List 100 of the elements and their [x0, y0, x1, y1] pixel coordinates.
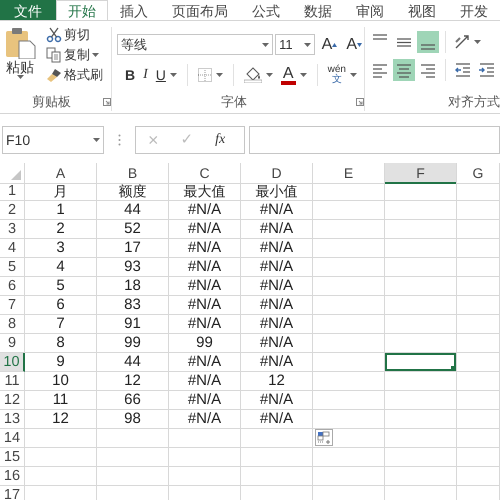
italic-button[interactable]: I	[141, 67, 150, 83]
column-header[interactable]: F	[385, 163, 457, 184]
row-header[interactable]: 17	[0, 486, 25, 500]
empty-cell[interactable]	[385, 182, 457, 201]
empty-cell[interactable]	[385, 467, 457, 486]
row-header[interactable]: 14	[0, 429, 25, 448]
empty-cell[interactable]	[385, 239, 457, 258]
empty-cell[interactable]	[457, 353, 500, 372]
row-header[interactable]: 11	[0, 372, 25, 391]
row-header[interactable]: 2	[0, 201, 25, 220]
empty-cell[interactable]	[241, 448, 313, 467]
file-tab[interactable]: 文件	[0, 0, 56, 20]
decrease-font-button[interactable]: A	[344, 36, 364, 52]
selected-cell[interactable]	[385, 353, 457, 372]
phonetic-button[interactable]: wén 文	[326, 65, 359, 85]
column-header[interactable]: A	[25, 163, 97, 184]
ribbon-tab[interactable]: 开始	[56, 0, 108, 20]
font-color-button[interactable]: A	[278, 66, 309, 84]
paste-button[interactable]: 粘贴	[0, 27, 40, 79]
empty-cell[interactable]	[385, 372, 457, 391]
row-header[interactable]: 12	[0, 391, 25, 410]
empty-cell[interactable]	[313, 258, 385, 277]
empty-cell[interactable]	[457, 220, 500, 239]
empty-cell[interactable]	[25, 448, 97, 467]
column-header[interactable]: D	[241, 163, 313, 184]
row-header[interactable]: 5	[0, 258, 25, 277]
empty-cell[interactable]	[457, 182, 500, 201]
empty-cell[interactable]	[313, 353, 385, 372]
empty-cell[interactable]	[457, 201, 500, 220]
empty-cell[interactable]	[313, 220, 385, 239]
empty-cell[interactable]	[457, 296, 500, 315]
row-header[interactable]: 15	[0, 448, 25, 467]
empty-cell[interactable]	[313, 296, 385, 315]
underline-button[interactable]: U	[154, 67, 179, 83]
empty-cell[interactable]	[457, 429, 500, 448]
empty-cell[interactable]	[385, 201, 457, 220]
fill-color-button[interactable]	[242, 67, 275, 83]
empty-cell[interactable]	[313, 372, 385, 391]
column-header[interactable]: B	[97, 163, 169, 184]
quick-analysis-icon[interactable]	[315, 429, 333, 446]
empty-cell[interactable]	[385, 277, 457, 296]
empty-cell[interactable]	[25, 467, 97, 486]
row-header[interactable]: 8	[0, 315, 25, 334]
row-header[interactable]: 1	[0, 182, 25, 201]
empty-cell[interactable]	[313, 467, 385, 486]
empty-cell[interactable]	[169, 429, 241, 448]
empty-cell[interactable]	[313, 201, 385, 220]
empty-cell[interactable]	[457, 239, 500, 258]
empty-cell[interactable]	[313, 315, 385, 334]
empty-cell[interactable]	[457, 391, 500, 410]
empty-cell[interactable]	[313, 334, 385, 353]
empty-cell[interactable]	[457, 334, 500, 353]
row-header[interactable]: 7	[0, 296, 25, 315]
bold-button[interactable]: B	[123, 67, 138, 83]
column-header[interactable]: G	[457, 163, 500, 184]
empty-cell[interactable]	[457, 315, 500, 334]
increase-font-button[interactable]: A	[320, 36, 340, 52]
empty-cell[interactable]	[385, 429, 457, 448]
cut-button[interactable]: 剪切	[44, 27, 105, 43]
font-size-field[interactable]: 11	[275, 34, 315, 55]
copy-button[interactable]: 复制	[44, 47, 105, 63]
row-header[interactable]: 4	[0, 239, 25, 258]
empty-cell[interactable]	[313, 277, 385, 296]
dialog-launcher-icon[interactable]	[356, 98, 364, 106]
insert-function-button[interactable]: fx	[213, 132, 228, 148]
center-align-button[interactable]	[393, 59, 415, 81]
empty-cell[interactable]	[313, 391, 385, 410]
empty-cell[interactable]	[313, 429, 385, 448]
fill-handle[interactable]	[451, 366, 456, 371]
borders-button[interactable]	[196, 68, 225, 82]
dialog-launcher-icon[interactable]	[103, 98, 111, 106]
empty-cell[interactable]	[457, 410, 500, 429]
empty-cell[interactable]	[385, 258, 457, 277]
empty-cell[interactable]	[457, 258, 500, 277]
column-header[interactable]: C	[169, 163, 241, 184]
empty-cell[interactable]	[457, 467, 500, 486]
empty-cell[interactable]	[313, 239, 385, 258]
empty-cell[interactable]	[25, 429, 97, 448]
empty-cell[interactable]	[169, 448, 241, 467]
row-header[interactable]: 3	[0, 220, 25, 239]
empty-cell[interactable]	[457, 448, 500, 467]
empty-cell[interactable]	[385, 296, 457, 315]
empty-cell[interactable]	[313, 182, 385, 201]
empty-cell[interactable]	[97, 448, 169, 467]
font-name-field[interactable]: 等线	[117, 34, 274, 55]
empty-cell[interactable]	[385, 391, 457, 410]
name-box[interactable]: F10	[2, 126, 104, 154]
empty-cell[interactable]	[97, 467, 169, 486]
empty-cell[interactable]	[313, 448, 385, 467]
empty-cell[interactable]	[385, 220, 457, 239]
empty-cell[interactable]	[457, 277, 500, 296]
row-header[interactable]: 10	[0, 353, 25, 372]
empty-cell[interactable]	[97, 429, 169, 448]
bottom-align-button[interactable]	[417, 31, 439, 53]
row-header[interactable]: 16	[0, 467, 25, 486]
empty-cell[interactable]	[457, 372, 500, 391]
formula-input-field[interactable]	[249, 126, 500, 154]
format-painter-button[interactable]: 格式刷	[44, 67, 105, 83]
empty-cell[interactable]	[385, 334, 457, 353]
empty-cell[interactable]	[385, 315, 457, 334]
